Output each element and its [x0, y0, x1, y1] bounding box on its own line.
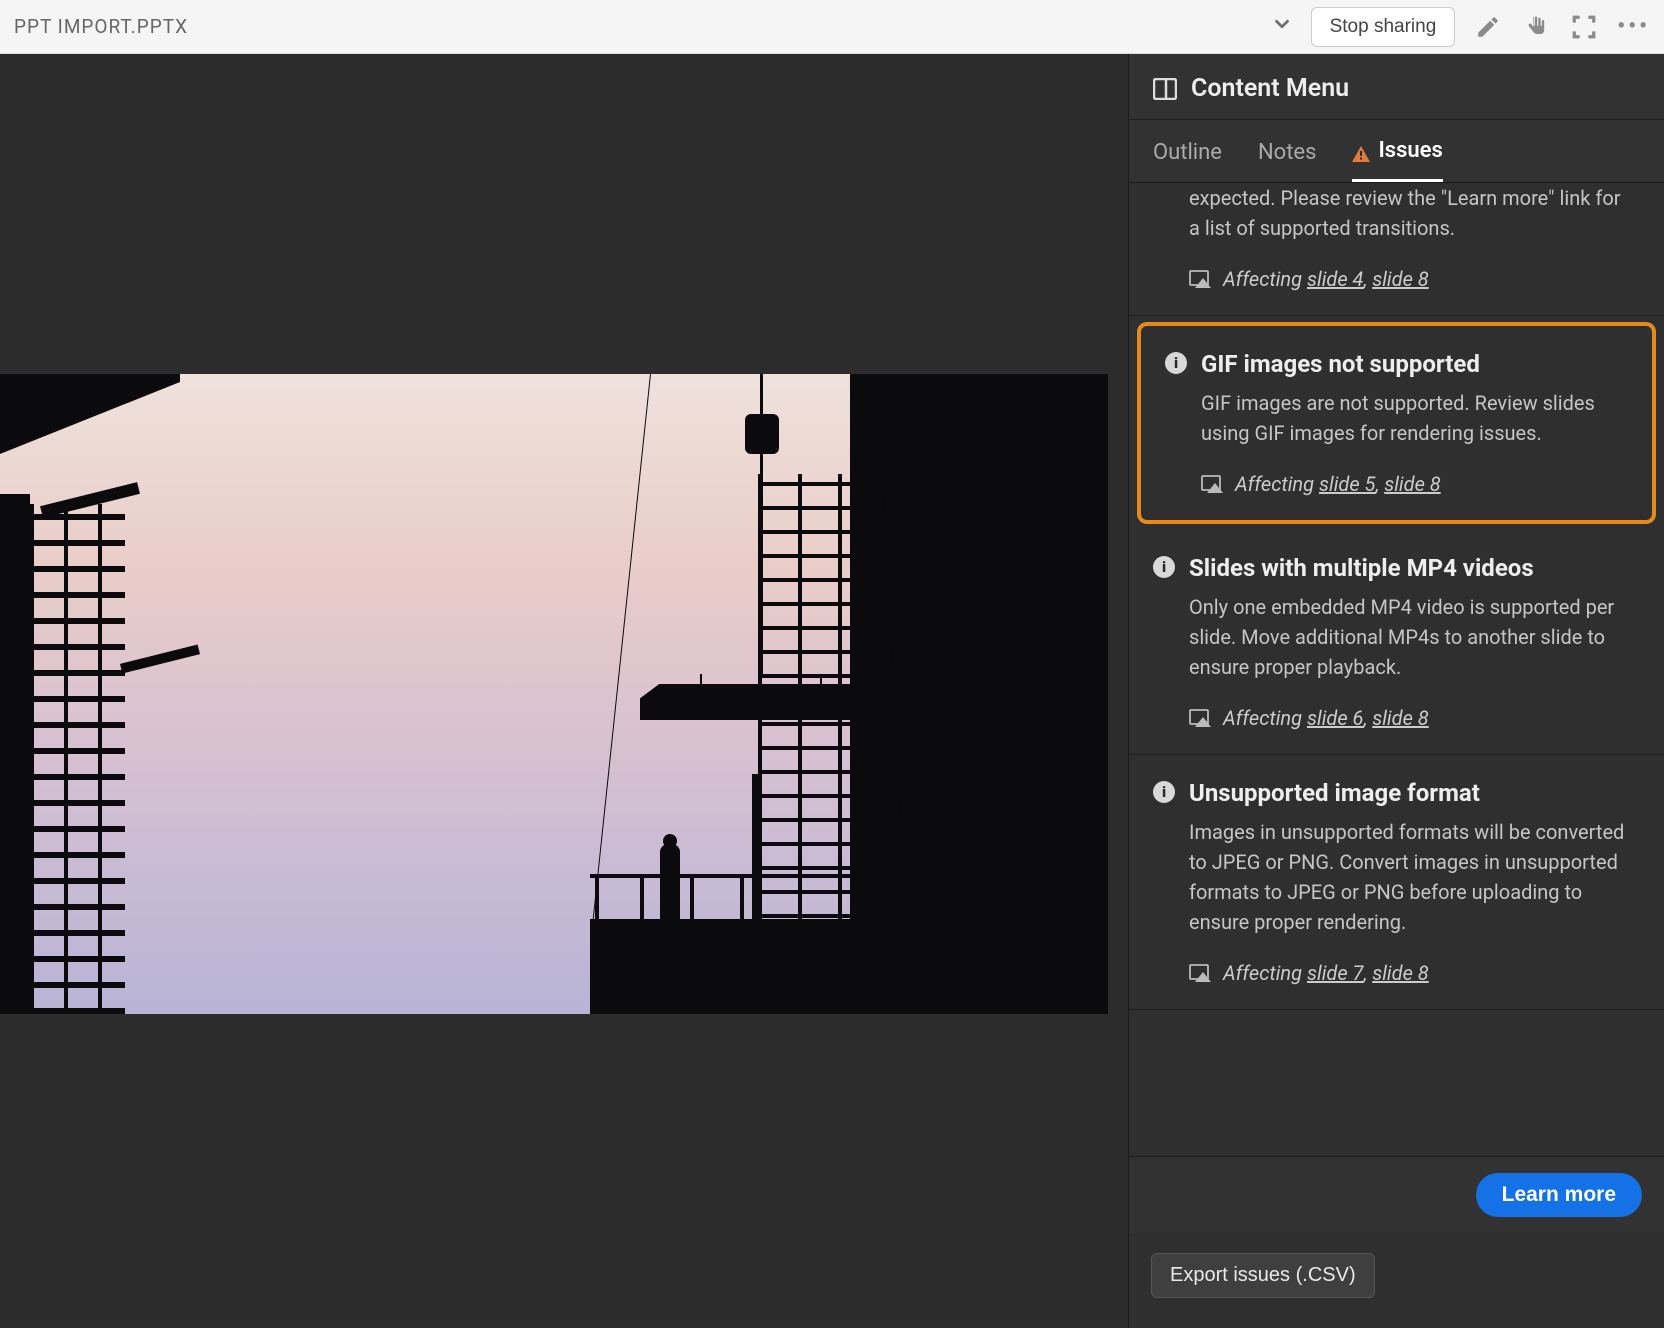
affecting-text: Affecting slide 6, slide 8: [1223, 706, 1429, 730]
tab-notes[interactable]: Notes: [1258, 120, 1316, 182]
slide-canvas: [0, 54, 1128, 1328]
issue-item[interactable]: i Slides with multiple MP4 videos Only o…: [1129, 530, 1664, 755]
slide-link[interactable]: slide 8: [1372, 267, 1428, 291]
content-menu-header: Content Menu: [1129, 54, 1664, 120]
affecting-row: Affecting slide 7, slide 8: [1189, 961, 1634, 985]
slide-link[interactable]: slide 4: [1307, 267, 1363, 291]
issue-item[interactable]: i GIF images not supported GIF images ar…: [1141, 326, 1652, 520]
tab-issues[interactable]: Issues: [1352, 120, 1442, 182]
issues-list[interactable]: expected. Please review the "Learn more"…: [1129, 183, 1664, 1156]
export-bar: Export issues (.CSV): [1129, 1233, 1664, 1328]
slide-warning-icon: [1201, 475, 1223, 493]
issue-item-partial: expected. Please review the "Learn more"…: [1129, 183, 1664, 316]
issue-title: Slides with multiple MP4 videos: [1189, 554, 1634, 582]
panel-layout-icon: [1153, 78, 1177, 100]
more-icon[interactable]: •••: [1617, 14, 1650, 39]
fullscreen-icon[interactable]: [1569, 12, 1599, 42]
issue-description: GIF images are not supported. Review sli…: [1201, 388, 1622, 448]
issue-title: GIF images not supported: [1201, 350, 1622, 378]
info-icon: i: [1153, 781, 1175, 803]
issue-title: Unsupported image format: [1189, 779, 1634, 807]
affecting-text: Affecting slide 4, slide 8: [1223, 267, 1429, 291]
export-issues-button[interactable]: Export issues (.CSV): [1151, 1253, 1375, 1298]
slide-link[interactable]: slide 7: [1307, 961, 1363, 985]
slide-link[interactable]: slide 5: [1319, 472, 1375, 496]
chevron-down-icon[interactable]: [1271, 13, 1293, 41]
top-bar: PPT IMPORT.PPTX Stop sharing •••: [0, 0, 1664, 54]
issue-item[interactable]: i Unsupported image format Images in uns…: [1129, 755, 1664, 1010]
tab-outline[interactable]: Outline: [1153, 120, 1222, 182]
filename: PPT IMPORT.PPTX: [14, 15, 1261, 38]
affecting-text: Affecting slide 7, slide 8: [1223, 961, 1429, 985]
issue-description: Images in unsupported formats will be co…: [1189, 817, 1634, 937]
slide-link[interactable]: slide 8: [1372, 706, 1428, 730]
sidebar: Content Menu Outline Notes Issues expect…: [1128, 54, 1664, 1328]
highlighted-issue: i GIF images not supported GIF images ar…: [1137, 322, 1656, 524]
info-icon: i: [1153, 556, 1175, 578]
slide-link[interactable]: slide 8: [1384, 472, 1440, 496]
affecting-row: Affecting slide 6, slide 8: [1189, 706, 1634, 730]
content-menu-title: Content Menu: [1191, 74, 1349, 103]
pen-icon[interactable]: [1473, 12, 1503, 42]
info-icon: i: [1165, 352, 1187, 374]
learn-more-bar: Learn more: [1129, 1156, 1664, 1233]
issue-description: expected. Please review the "Learn more"…: [1189, 183, 1634, 243]
learn-more-button[interactable]: Learn more: [1476, 1173, 1642, 1217]
slide-link[interactable]: slide 6: [1307, 706, 1363, 730]
slide-link[interactable]: slide 8: [1372, 961, 1428, 985]
warning-icon: [1352, 143, 1370, 159]
affecting-text: Affecting slide 5, slide 8: [1235, 472, 1441, 496]
slide-warning-icon: [1189, 709, 1211, 727]
hand-icon[interactable]: [1521, 12, 1551, 42]
tab-issues-label: Issues: [1378, 138, 1442, 163]
issue-description: Only one embedded MP4 video is supported…: [1189, 592, 1634, 682]
slide-preview: [0, 374, 1108, 1014]
toolbar: Stop sharing •••: [1271, 7, 1650, 47]
affecting-row: Affecting slide 5, slide 8: [1201, 472, 1622, 496]
tabs: Outline Notes Issues: [1129, 120, 1664, 183]
slide-warning-icon: [1189, 270, 1211, 288]
affecting-row: Affecting slide 4, slide 8: [1189, 267, 1634, 291]
stop-sharing-button[interactable]: Stop sharing: [1311, 7, 1456, 47]
slide-warning-icon: [1189, 964, 1211, 982]
main-area: Content Menu Outline Notes Issues expect…: [0, 54, 1664, 1328]
